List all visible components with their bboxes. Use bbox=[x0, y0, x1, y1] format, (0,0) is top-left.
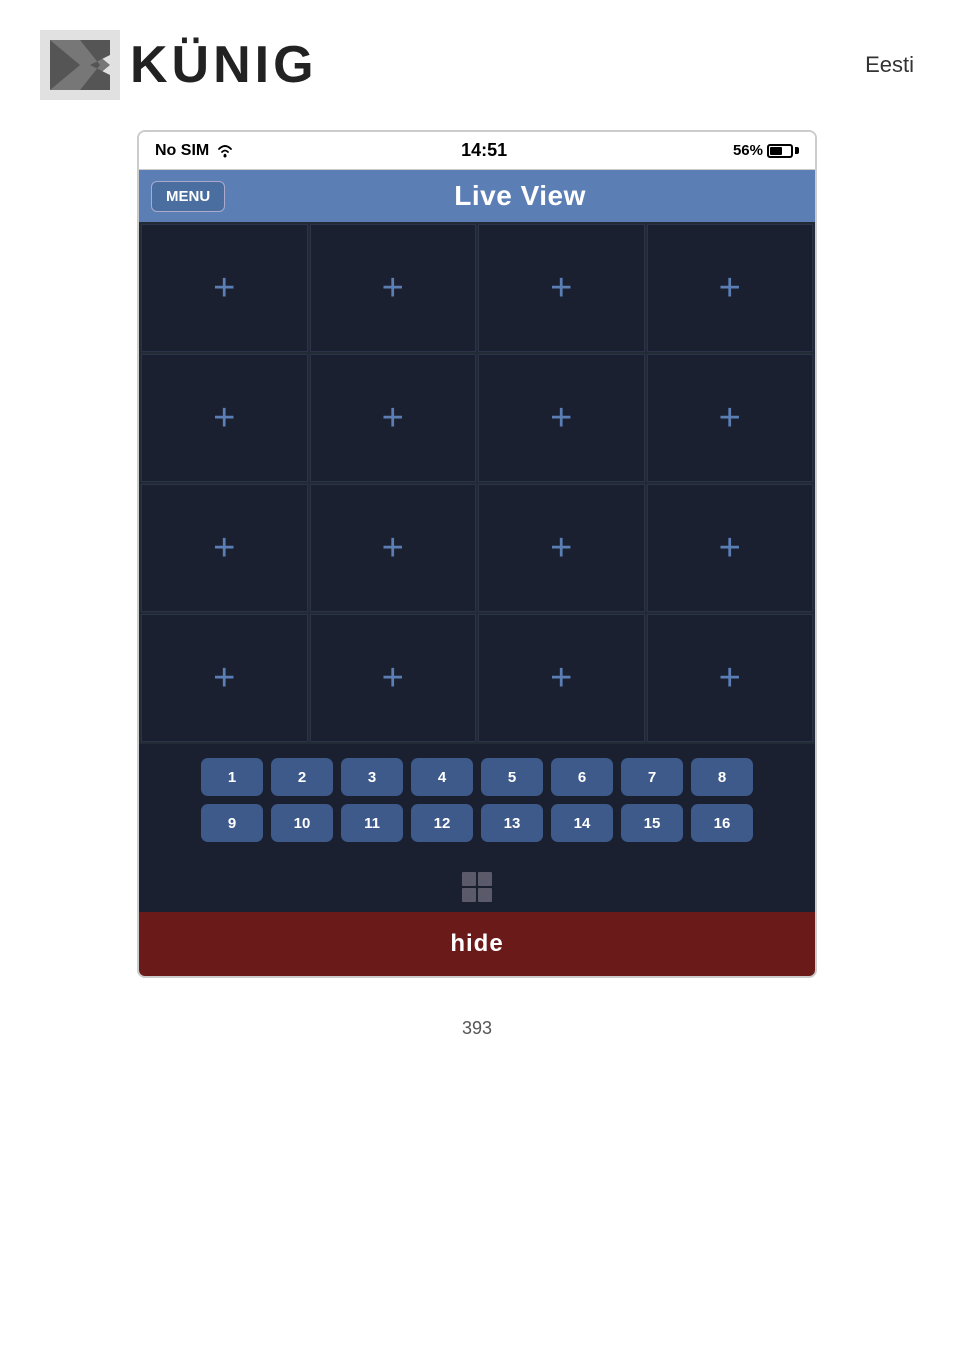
menu-button[interactable]: MENU bbox=[151, 181, 225, 212]
channel-btn-15[interactable]: 15 bbox=[621, 804, 683, 842]
camera-cell-15[interactable]: + bbox=[478, 614, 645, 742]
camera-cell-3[interactable]: + bbox=[478, 224, 645, 352]
camera-cell-11[interactable]: + bbox=[478, 484, 645, 612]
grid-layout-cell-1 bbox=[462, 872, 476, 886]
add-camera-icon-6: + bbox=[382, 399, 404, 437]
grid-layout-cell-4 bbox=[478, 888, 492, 902]
camera-cell-9[interactable]: + bbox=[141, 484, 308, 612]
channel-btn-13[interactable]: 13 bbox=[481, 804, 543, 842]
add-camera-icon-8: + bbox=[719, 399, 741, 437]
add-camera-icon-1: + bbox=[213, 269, 235, 307]
carrier-label: No SIM bbox=[155, 142, 209, 160]
add-camera-icon-7: + bbox=[550, 399, 572, 437]
battery-pct-label: 56% bbox=[733, 142, 763, 159]
camera-cell-13[interactable]: + bbox=[141, 614, 308, 742]
status-right: 56% bbox=[733, 142, 799, 159]
status-time: 14:51 bbox=[461, 140, 507, 161]
add-camera-icon-4: + bbox=[719, 269, 741, 307]
channel-btn-5[interactable]: 5 bbox=[481, 758, 543, 796]
channel-btn-2[interactable]: 2 bbox=[271, 758, 333, 796]
channel-selector: 1 2 3 4 5 6 7 8 9 10 11 12 13 14 15 16 bbox=[139, 744, 815, 864]
channel-btn-12[interactable]: 12 bbox=[411, 804, 473, 842]
nav-bar: MENU Live View bbox=[139, 170, 815, 222]
grid-icon-area bbox=[139, 864, 815, 912]
camera-grid: + + + + + + + + + + + + + + + + bbox=[139, 222, 815, 744]
channel-btn-3[interactable]: 3 bbox=[341, 758, 403, 796]
add-camera-icon-3: + bbox=[550, 269, 572, 307]
channel-btn-6[interactable]: 6 bbox=[551, 758, 613, 796]
camera-cell-1[interactable]: + bbox=[141, 224, 308, 352]
camera-cell-14[interactable]: + bbox=[310, 614, 477, 742]
konig-logo-text: KÜNIG bbox=[130, 35, 318, 95]
channel-row-1: 1 2 3 4 5 6 7 8 bbox=[149, 758, 805, 796]
add-camera-icon-14: + bbox=[382, 659, 404, 697]
channel-btn-11[interactable]: 11 bbox=[341, 804, 403, 842]
camera-cell-6[interactable]: + bbox=[310, 354, 477, 482]
camera-cell-8[interactable]: + bbox=[647, 354, 814, 482]
channel-btn-4[interactable]: 4 bbox=[411, 758, 473, 796]
camera-cell-10[interactable]: + bbox=[310, 484, 477, 612]
hide-button[interactable]: hide bbox=[139, 912, 815, 976]
channel-btn-10[interactable]: 10 bbox=[271, 804, 333, 842]
camera-cell-4[interactable]: + bbox=[647, 224, 814, 352]
add-camera-icon-12: + bbox=[719, 529, 741, 567]
channel-btn-16[interactable]: 16 bbox=[691, 804, 753, 842]
add-camera-icon-2: + bbox=[382, 269, 404, 307]
wifi-icon bbox=[215, 143, 235, 158]
camera-cell-16[interactable]: + bbox=[647, 614, 814, 742]
channel-row-2: 9 10 11 12 13 14 15 16 bbox=[149, 804, 805, 842]
add-camera-icon-5: + bbox=[213, 399, 235, 437]
status-bar: No SIM 14:51 56% bbox=[139, 132, 815, 170]
camera-cell-5[interactable]: + bbox=[141, 354, 308, 482]
phone-frame: No SIM 14:51 56% MENU Live View bbox=[137, 130, 817, 978]
add-camera-icon-15: + bbox=[550, 659, 572, 697]
camera-cell-7[interactable]: + bbox=[478, 354, 645, 482]
camera-cell-2[interactable]: + bbox=[310, 224, 477, 352]
channel-btn-14[interactable]: 14 bbox=[551, 804, 613, 842]
channel-btn-9[interactable]: 9 bbox=[201, 804, 263, 842]
konig-logo-icon bbox=[40, 30, 120, 100]
language-label: Eesti bbox=[865, 52, 914, 78]
channel-btn-7[interactable]: 7 bbox=[621, 758, 683, 796]
add-camera-icon-11: + bbox=[550, 529, 572, 567]
channel-btn-8[interactable]: 8 bbox=[691, 758, 753, 796]
page-number: 393 bbox=[462, 1018, 492, 1039]
add-camera-icon-16: + bbox=[719, 659, 741, 697]
channel-btn-1[interactable]: 1 bbox=[201, 758, 263, 796]
add-camera-icon-13: + bbox=[213, 659, 235, 697]
logo-area: KÜNIG bbox=[40, 30, 318, 100]
grid-layout-icon[interactable] bbox=[462, 872, 492, 902]
grid-layout-cell-3 bbox=[462, 888, 476, 902]
add-camera-icon-9: + bbox=[213, 529, 235, 567]
status-left: No SIM bbox=[155, 142, 235, 160]
page-title: Live View bbox=[237, 180, 803, 212]
battery-icon bbox=[767, 144, 799, 158]
camera-cell-12[interactable]: + bbox=[647, 484, 814, 612]
top-bar: KÜNIG Eesti bbox=[0, 0, 954, 120]
add-camera-icon-10: + bbox=[382, 529, 404, 567]
grid-layout-cell-2 bbox=[478, 872, 492, 886]
